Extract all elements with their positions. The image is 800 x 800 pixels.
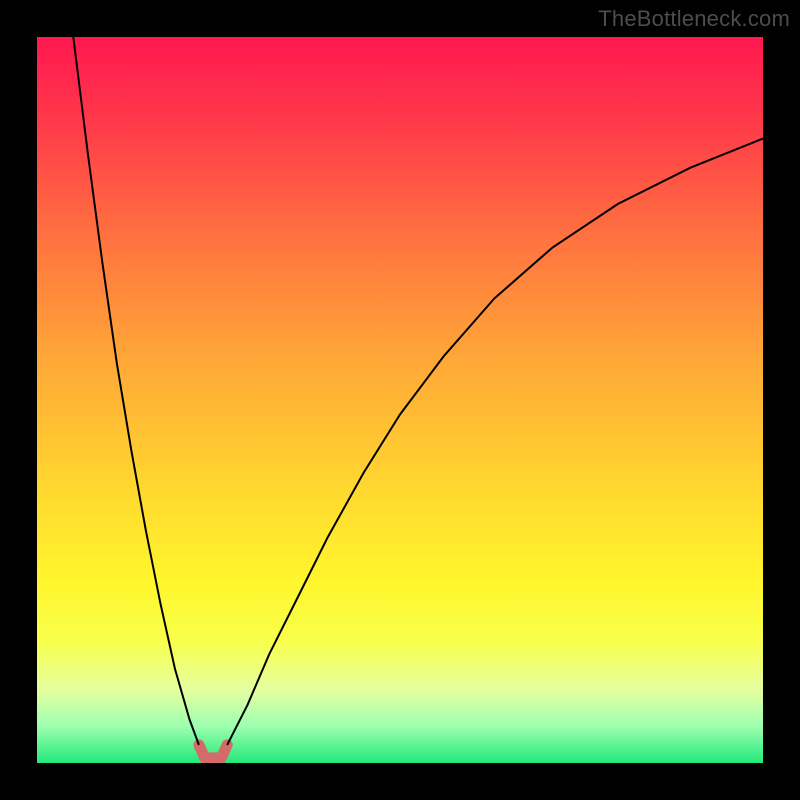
curve-layer — [37, 37, 763, 763]
plot-area — [37, 37, 763, 763]
watermark-text: TheBottleneck.com — [598, 6, 790, 32]
valley-marker — [199, 745, 227, 758]
chart-frame: TheBottleneck.com — [0, 0, 800, 800]
left-branch-curve — [73, 37, 199, 745]
right-branch-curve — [227, 139, 763, 745]
